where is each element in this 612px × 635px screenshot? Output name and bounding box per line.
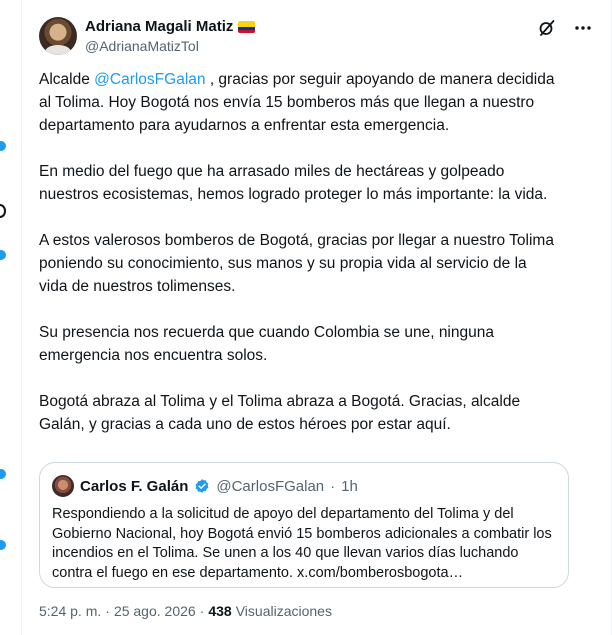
quoted-author-avatar[interactable] <box>52 475 74 497</box>
tweet-paragraph-5: Bogotá abraza al Tolima y el Tolima abra… <box>39 393 521 433</box>
tweet-paragraph-2: En medio del fuego que ha arrasado miles… <box>39 163 548 203</box>
notification-dot <box>0 141 6 151</box>
edge-glyph <box>0 204 6 218</box>
timeline-left-edge <box>0 0 22 635</box>
avatar-detail <box>45 45 71 55</box>
quoted-separator: · <box>330 477 336 495</box>
more-options-icon[interactable] <box>573 18 593 38</box>
tweet-meta: 5:24 p. m. · 25 ago. 2026 · 438 Visualiz… <box>39 603 332 619</box>
post-time[interactable]: 5:24 p. m. <box>39 603 101 619</box>
mention-link[interactable]: @CarlosFGalan <box>94 71 205 88</box>
author-avatar[interactable] <box>39 17 77 55</box>
notification-dot <box>0 540 6 550</box>
meta-separator: · <box>105 603 110 619</box>
tweet-paragraph-1: Alcalde @CarlosFGalan , gracias por segu… <box>39 68 559 137</box>
meta-separator: · <box>199 603 205 619</box>
quoted-author-handle[interactable]: @CarlosFGalan <box>216 478 324 495</box>
tweet: Adriana Magali Matiz @AdrianaMatizTol Al… <box>23 0 611 635</box>
tweet-text: Alcalde @CarlosFGalan , gracias por segu… <box>39 68 559 459</box>
notification-dot <box>0 250 6 260</box>
post-date[interactable]: 25 ago. 2026 <box>114 603 196 619</box>
tweet-paragraph-3: A estos valerosos bomberos de Bogotá, gr… <box>39 232 554 295</box>
notification-dot <box>0 469 6 479</box>
colombia-flag-icon <box>238 20 256 33</box>
tweet-text-segment: Alcalde <box>39 71 95 88</box>
views-label: Visualizaciones <box>235 603 332 619</box>
grok-icon[interactable] <box>537 18 557 38</box>
quoted-author-name[interactable]: Carlos F. Galán <box>80 478 188 495</box>
views-count: 438 <box>208 603 232 619</box>
tweet-actions-top <box>537 18 593 38</box>
author-handle[interactable]: @AdrianaMatizTol <box>85 38 199 54</box>
author-display-name[interactable]: Adriana Magali Matiz <box>85 18 233 35</box>
quoted-tweet-text: Respondiendo a la solicitud de apoyo del… <box>52 506 552 581</box>
author-name-row: Adriana Magali Matiz <box>85 18 256 35</box>
quoted-tweet-header: Carlos F. Galán @CarlosFGalan · 1h <box>52 475 556 497</box>
quoted-timestamp[interactable]: 1h <box>341 478 358 495</box>
verified-badge-icon <box>195 479 209 493</box>
tweet-paragraph-4: Su presencia nos recuerda que cuando Col… <box>39 324 494 364</box>
quoted-tweet[interactable]: Carlos F. Galán @CarlosFGalan · 1h Respo… <box>39 462 569 588</box>
